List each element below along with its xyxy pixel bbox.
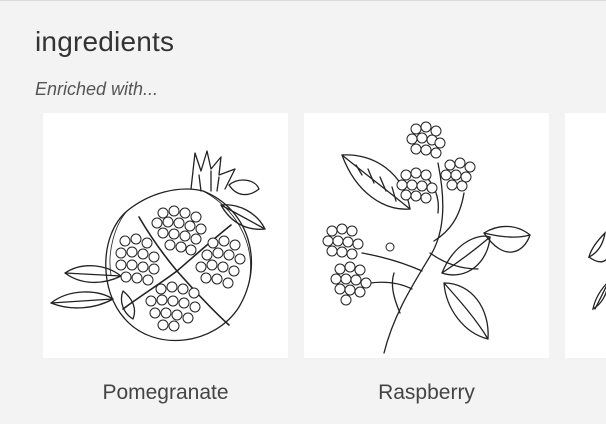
ingredient-card-raspberry[interactable] xyxy=(304,113,549,358)
ingredients-carousel[interactable]: Pomegranate Raspberry xyxy=(0,0,606,424)
leaf-icon xyxy=(588,231,606,311)
raspberry-icon xyxy=(322,121,531,354)
ingredient-label-raspberry: Raspberry xyxy=(378,381,475,404)
ingredient-card-pomegranate[interactable] xyxy=(43,113,288,358)
ingredient-label-pomegranate: Pomegranate xyxy=(102,381,229,404)
pomegranate-icon xyxy=(50,150,266,342)
ingredient-card-partial[interactable] xyxy=(565,113,606,358)
